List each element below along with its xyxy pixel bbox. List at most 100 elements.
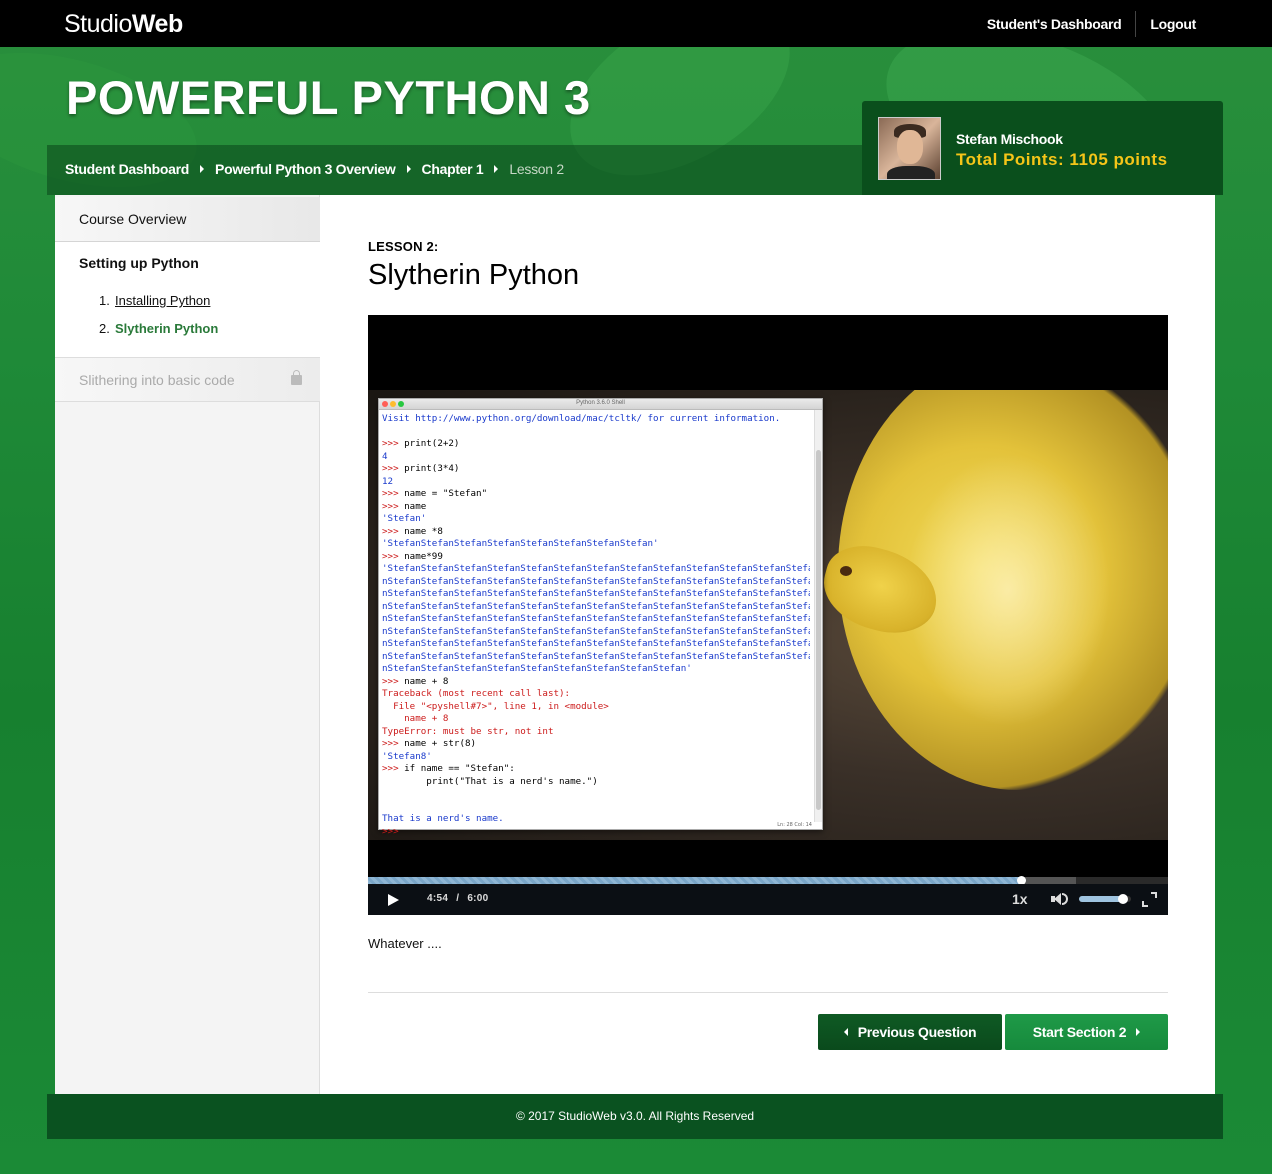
lesson-number: 2. [99, 321, 110, 336]
playback-speed-button[interactable]: 1x [1012, 891, 1028, 907]
shell-line: >>> [382, 825, 399, 837]
shell-line: nStefanStefanStefanStefanStefanStefanSte… [382, 575, 810, 587]
breadcrumb: Student Dashboard Powerful Python 3 Over… [65, 161, 564, 177]
shell-line: nStefanStefanStefanStefanStefanStefanSte… [382, 650, 810, 662]
footer: © 2017 StudioWeb v3.0. All Rights Reserv… [47, 1094, 1223, 1139]
video-player[interactable]: Python 3.6.0 Shell Visit http://www.pyth… [368, 315, 1168, 915]
fullscreen-icon[interactable] [1142, 892, 1157, 907]
breadcrumb-chapter[interactable]: Chapter 1 [422, 161, 484, 177]
shell-line: >>> name = "Stefan" [382, 488, 488, 499]
lesson-sidebar: Course Overview Setting up Python 1. Inst… [55, 195, 320, 1094]
avatar-face [897, 130, 923, 164]
shell-line: 'StefanStefanStefanStefanStefanStefanSte… [382, 538, 659, 549]
sidebar-lesson-item[interactable]: 1. Installing Python [99, 293, 210, 308]
logout-link[interactable]: Logout [1136, 11, 1210, 37]
points-label: Total Points: [956, 150, 1065, 169]
shell-line: >>> name *8 [382, 525, 443, 537]
lesson-title: Slytherin Python [368, 259, 580, 291]
shell-line: That is a nerd's name. [382, 813, 504, 824]
shell-line: >>> print(2+2) [382, 438, 460, 449]
start-section-button[interactable]: Start Section 2 [1005, 1014, 1168, 1050]
shell-line: nStefanStefanStefanStefanStefanStefanSte… [382, 625, 810, 637]
sidebar-lesson-link[interactable]: Slytherin Python [115, 321, 218, 336]
video-time: 4:54 / 6:00 [427, 893, 489, 904]
shell-line: print("That is a nerd's name.") [382, 775, 598, 787]
volume-knob[interactable] [1118, 894, 1129, 904]
course-title: POWERFUL PYTHON 3 [66, 71, 591, 124]
content-divider [368, 992, 1168, 993]
studioweb-logo[interactable]: StudioWeb [64, 10, 183, 39]
snake-eye-image [840, 566, 852, 576]
sidebar-lesson-item-active[interactable]: 2. Slytherin Python [99, 321, 218, 336]
shell-line: >>> name + 8 [382, 675, 449, 687]
shell-line: TypeError: must be str, not int [382, 725, 554, 737]
python-shell-window: Python 3.6.0 Shell Visit http://www.pyth… [378, 398, 823, 837]
breadcrumb-arrow-icon [494, 165, 499, 173]
previous-question-button[interactable]: Previous Question [818, 1014, 1002, 1050]
time-separator: / [456, 893, 460, 904]
shell-scrollbar [814, 410, 822, 822]
shell-line: File "<pyshell#7>", line 1, in <module> [382, 700, 609, 712]
next-button-label: Start Section 2 [1032, 1024, 1127, 1040]
current-time: 4:54 [427, 893, 449, 904]
video-controls: 4:54 / 6:00 1x [368, 884, 1168, 915]
shell-line: 'Stefan' [382, 513, 427, 524]
sidebar-locked-section: Slithering into basic code [55, 357, 320, 402]
shell-line: 4 [382, 450, 388, 462]
top-nav-links: Student's Dashboard Logout [973, 0, 1210, 47]
top-navbar: StudioWeb Student's Dashboard Logout [0, 0, 1272, 47]
shell-line: nStefanStefanStefanStefanStefanStefanSte… [382, 588, 810, 599]
user-name: Stefan Mischook [956, 131, 1063, 147]
shell-line: nStefanStefanStefanStefanStefanStefanSte… [382, 600, 810, 612]
shell-line: >>> name + str(8) [382, 738, 477, 749]
lesson-label: LESSON 2: [368, 239, 439, 254]
main-panel: Course Overview Setting up Python 1. Inst… [55, 195, 1215, 1094]
shell-line: >>> name [382, 500, 427, 512]
sidebar-section: Setting up Python 1. Installing Python 2.… [55, 242, 320, 357]
chevron-right-icon [1136, 1028, 1141, 1036]
volume-slider[interactable] [1079, 894, 1131, 904]
shell-line: >>> print(3*4) [382, 463, 460, 474]
volume-waves-icon [1062, 893, 1068, 905]
shell-line: name + 8 [382, 713, 449, 724]
volume-fill [1079, 896, 1124, 902]
fullscreen-corner [1151, 892, 1157, 898]
video-progress-bar[interactable] [368, 876, 1168, 885]
lock-icon [291, 370, 302, 385]
shell-line: 'Stefan8' [382, 750, 432, 762]
breadcrumb-lesson: Lesson 2 [509, 161, 564, 177]
breadcrumb-student-dashboard[interactable]: Student Dashboard [65, 161, 189, 177]
avatar[interactable] [878, 117, 941, 180]
user-info-box: Stefan Mischook Total Points: 1105 point… [862, 101, 1223, 195]
points-value: 1105 points [1069, 150, 1168, 169]
lesson-number: 1. [99, 293, 110, 308]
sidebar-lesson-link[interactable]: Installing Python [115, 293, 210, 308]
breadcrumb-arrow-icon [406, 165, 411, 173]
shell-line: 'StefanStefanStefanStefanStefanStefanSte… [382, 563, 810, 574]
shell-line: nStefanStefanStefanStefanStefanStefanSte… [382, 638, 810, 649]
shell-titlebar: Python 3.6.0 Shell [379, 399, 822, 410]
sidebar-section-title[interactable]: Setting up Python [79, 255, 199, 271]
sidebar-course-overview[interactable]: Course Overview [55, 197, 320, 242]
play-icon[interactable] [388, 894, 399, 906]
lesson-description: Whatever .... [368, 936, 442, 951]
shell-line: 12 [382, 475, 394, 487]
shell-line: nStefanStefanStefanStefanStefanStefanSte… [382, 613, 810, 624]
breadcrumb-arrow-icon [200, 165, 205, 173]
total-points: Total Points: 1105 points [956, 150, 1168, 170]
shell-status: Ln: 28 Col: 14 [777, 822, 812, 828]
shell-title: Python 3.6.0 Shell [576, 400, 625, 406]
shell-line: >>> name*99 [382, 550, 443, 562]
progress-played [368, 877, 1022, 884]
students-dashboard-link[interactable]: Student's Dashboard [973, 11, 1136, 37]
shell-line: Traceback (most recent call last): [382, 688, 571, 699]
shell-line: Visit http://www.python.org/download/mac… [382, 413, 781, 424]
video-frame[interactable]: Python 3.6.0 Shell Visit http://www.pyth… [368, 390, 1168, 840]
duration: 6:00 [467, 893, 489, 904]
breadcrumb-course-overview[interactable]: Powerful Python 3 Overview [215, 161, 396, 177]
fullscreen-corner [1142, 901, 1148, 907]
shell-line: nStefanStefanStefanStefanStefanStefanSte… [382, 663, 692, 674]
